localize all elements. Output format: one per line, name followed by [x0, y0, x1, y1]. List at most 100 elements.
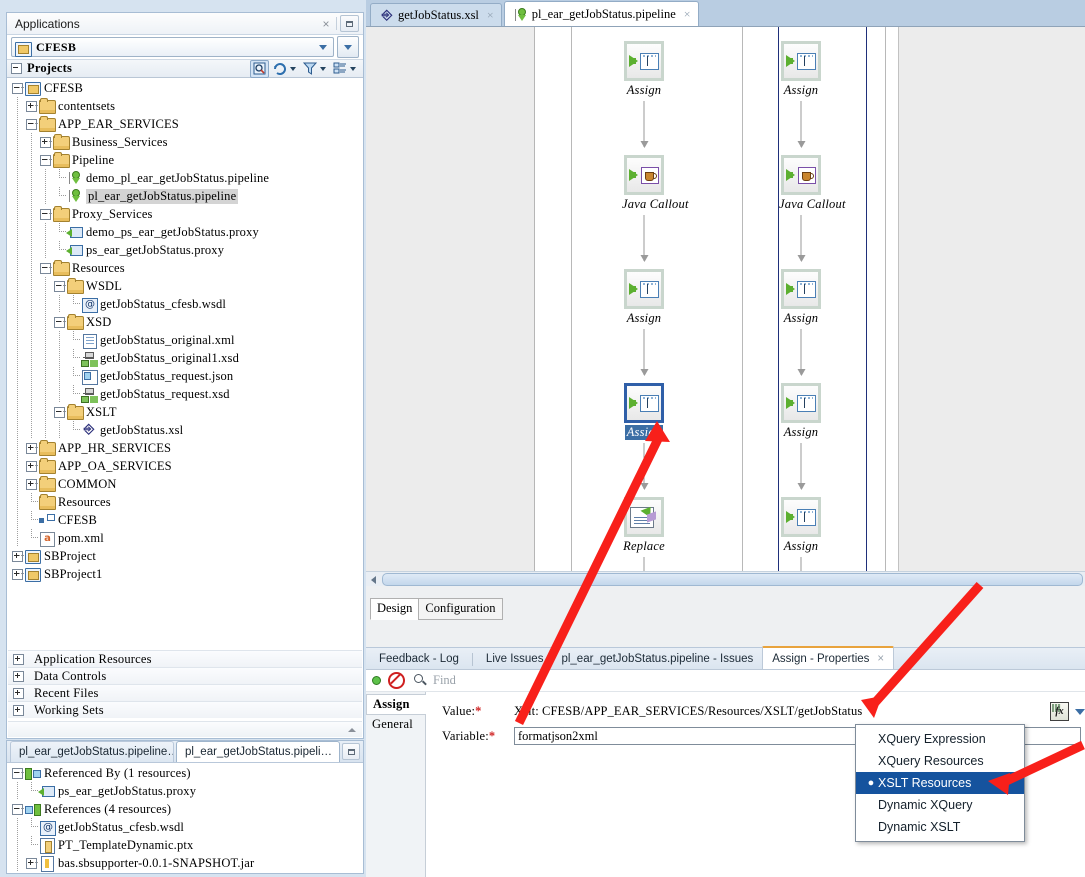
tree-row[interactable]: COMMON: [8, 475, 362, 493]
tree-row[interactable]: XSD: [8, 313, 362, 331]
tree-row[interactable]: XSLT: [8, 403, 362, 421]
tree-row[interactable]: Referenced By (1 resources): [8, 764, 362, 782]
tree-expander[interactable]: [10, 764, 24, 782]
pipeline-node[interactable]: Assign: [779, 383, 823, 440]
properties-tab[interactable]: pl_ear_getJobStatus.pipeline - Issues: [552, 648, 762, 669]
tree-expander[interactable]: [24, 854, 38, 872]
menu-item[interactable]: XQuery Resources: [856, 750, 1024, 772]
pipeline-node[interactable]: Java Callout: [622, 155, 688, 212]
close-icon[interactable]: ×: [319, 17, 333, 31]
tree-row[interactable]: References (4 resources): [8, 800, 362, 818]
tree-row[interactable]: demo_ps_ear_getJobStatus.proxy: [8, 223, 362, 241]
pipeline-node[interactable]: Assign: [779, 269, 823, 326]
pipeline-node-box[interactable]: [781, 383, 821, 423]
accordion-item[interactable]: Data Controls: [8, 667, 362, 684]
tree-row[interactable]: SBProject: [8, 547, 362, 565]
value-field[interactable]: Xslt: CFESB/APP_EAR_SERVICES/Resources/X…: [514, 704, 1048, 719]
tree-expander[interactable]: [10, 79, 24, 97]
tree-row[interactable]: getJobStatus_original.xml: [8, 331, 362, 349]
editor-mode-tab[interactable]: Configuration: [418, 598, 503, 620]
tree-row[interactable]: a pom.xml: [8, 529, 362, 547]
tree-row[interactable]: demo_pl_ear_getJobStatus.pipeline: [8, 169, 362, 187]
project-tree[interactable]: CFESB contentsets APP_EAR_SERVICES Business…: [8, 79, 362, 650]
editor-tab[interactable]: pl_ear_getJobStatus.pipeline ×: [503, 1, 699, 26]
tree-row[interactable]: contentsets: [8, 97, 362, 115]
tree-expander[interactable]: [38, 259, 52, 277]
tree-expander[interactable]: [52, 403, 66, 421]
pipeline-node[interactable]: Assign: [779, 41, 823, 98]
tree-expander[interactable]: [24, 475, 38, 493]
tree-expander[interactable]: [38, 133, 52, 151]
minimize-icon[interactable]: [340, 15, 359, 32]
tree-expander[interactable]: [10, 547, 24, 565]
menu-item[interactable]: Dynamic XSLT: [856, 816, 1024, 838]
chevron-up-icon[interactable]: [348, 727, 356, 732]
pipeline-node-box[interactable]: [781, 41, 821, 81]
pipeline-node[interactable]: Java Callout: [779, 155, 845, 212]
menu-item[interactable]: ● XSLT Resources: [856, 772, 1024, 794]
scrollbar-thumb[interactable]: [382, 573, 1083, 586]
accordion-item[interactable]: Working Sets: [8, 701, 362, 718]
tree-row[interactable]: WSDL: [8, 277, 362, 295]
tree-row[interactable]: CFESB: [8, 79, 362, 97]
canvas-horizontal-scrollbar[interactable]: [366, 571, 1085, 587]
tree-row[interactable]: APP_EAR_SERVICES: [8, 115, 362, 133]
pipeline-canvas[interactable]: Assign Java Callout Assign Assign Replace As…: [366, 26, 1085, 587]
tree-expander[interactable]: [38, 151, 52, 169]
references-tab[interactable]: pl_ear_getJobStatus.pipeli… ×: [175, 741, 341, 762]
properties-tab[interactable]: Live Issues: [477, 648, 553, 669]
pipeline-node-box[interactable]: [624, 383, 664, 423]
expression-builder-button[interactable]: fx: [1050, 702, 1069, 721]
tree-row[interactable]: Proxy_Services: [8, 205, 362, 223]
close-icon[interactable]: ×: [487, 8, 494, 23]
application-menu-button[interactable]: [337, 36, 359, 58]
tree-row[interactable]: ps_ear_getJobStatus.proxy: [8, 241, 362, 259]
projects-expander-icon[interactable]: [11, 63, 22, 74]
editor-tab[interactable]: ⎆ getJobStatus.xsl ×: [370, 3, 502, 26]
pipeline-node[interactable]: Assign: [779, 497, 823, 554]
tree-row[interactable]: ⎆ getJobStatus.xsl: [8, 421, 362, 439]
references-tab[interactable]: pl_ear_getJobStatus.pipeline…: [10, 741, 174, 762]
tree-row[interactable]: APP_HR_SERVICES: [8, 439, 362, 457]
expression-type-dropdown-icon[interactable]: [1075, 708, 1085, 715]
pipeline-node[interactable]: Assign: [622, 269, 666, 326]
tree-row[interactable]: @ getJobStatus_cfesb.wsdl: [8, 295, 362, 313]
close-icon[interactable]: ×: [877, 653, 884, 665]
tree-expander[interactable]: [24, 115, 38, 133]
pipeline-node-box[interactable]: [624, 269, 664, 309]
filter-dropdown-icon[interactable]: [320, 66, 326, 71]
properties-side-tab[interactable]: General: [366, 715, 425, 734]
tree-expander[interactable]: [24, 457, 38, 475]
tree-row[interactable]: ps_ear_getJobStatus.proxy: [8, 782, 362, 800]
tree-expander[interactable]: [38, 205, 52, 223]
tree-row[interactable]: CFESB: [8, 511, 362, 529]
tree-row[interactable]: getJobStatus_request.json: [8, 367, 362, 385]
tree-row[interactable]: Resources: [8, 259, 362, 277]
tree-row[interactable]: Pipeline: [8, 151, 362, 169]
accordion-item[interactable]: Application Resources: [8, 650, 362, 667]
pipeline-node-box[interactable]: [781, 269, 821, 309]
pipeline-node-box[interactable]: [624, 41, 664, 81]
tree-row[interactable]: Resources: [8, 493, 362, 511]
tree-expander[interactable]: [24, 97, 38, 115]
tree-row[interactable]: SBProject1: [8, 565, 362, 583]
scroll-left-icon[interactable]: [366, 573, 380, 586]
tree-expander[interactable]: [10, 800, 24, 818]
properties-tab[interactable]: Assign - Properties ×: [762, 646, 895, 669]
editor-mode-tab[interactable]: Design: [370, 598, 420, 620]
application-combo[interactable]: CFESB: [11, 37, 334, 57]
properties-tab[interactable]: Feedback - Log: [370, 648, 468, 669]
tree-row[interactable]: getJobStatus_request.xsd: [8, 385, 362, 403]
pipeline-node[interactable]: Assign: [622, 383, 666, 440]
expression-type-menu[interactable]: XQuery Expression XQuery Resources ● XSLT R…: [855, 724, 1025, 842]
find-input[interactable]: Find: [433, 673, 456, 688]
menu-item[interactable]: Dynamic XQuery: [856, 794, 1024, 816]
close-icon[interactable]: ×: [684, 7, 691, 22]
tree-expander[interactable]: [52, 313, 66, 331]
tree-row[interactable]: APP_OA_SERVICES: [8, 457, 362, 475]
close-icon[interactable]: ×: [339, 746, 340, 758]
clear-icon[interactable]: [388, 672, 405, 689]
tree-expander[interactable]: [10, 565, 24, 583]
filter-icon[interactable]: [301, 61, 318, 77]
tree-expander[interactable]: [24, 439, 38, 457]
